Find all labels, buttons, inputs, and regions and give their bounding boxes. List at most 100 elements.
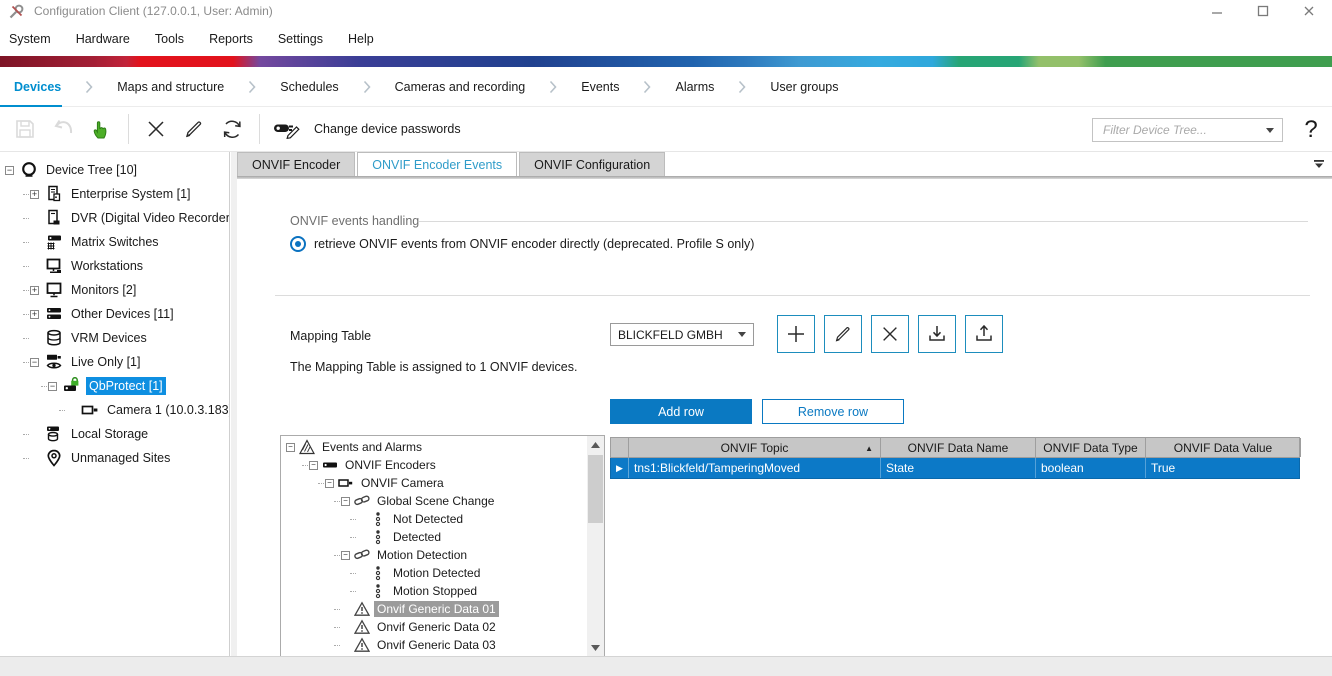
tab-onvif-encoder-events[interactable]: ONVIF Encoder Events: [357, 152, 517, 176]
mapping-table-dropdown[interactable]: BLICKFELD GMBH: [610, 323, 754, 346]
table-row[interactable]: ▶tns1:Blickfeld/TamperingMovedStateboole…: [610, 458, 1300, 479]
change-password-icon[interactable]: [268, 111, 306, 147]
menu-system[interactable]: System: [9, 32, 51, 46]
expand-icon[interactable]: +: [30, 286, 39, 295]
scrollbar-thumb[interactable]: [588, 455, 603, 523]
tree-item-qbprotect-1[interactable]: −QbProtect [1]: [0, 374, 229, 398]
refresh-button[interactable]: [213, 111, 251, 147]
encoders-icon: [322, 457, 338, 473]
tree-item-monitors-2[interactable]: +Monitors [2]: [0, 278, 229, 302]
delete-button[interactable]: [137, 111, 175, 147]
tree-item-enterprise-system-1[interactable]: +Enterprise System [1]: [0, 182, 229, 206]
tree-item-workstations[interactable]: Workstations: [0, 254, 229, 278]
mapping-rename-button[interactable]: [824, 315, 862, 353]
collapse-icon[interactable]: −: [325, 479, 334, 488]
collapse-icon[interactable]: −: [286, 443, 295, 452]
tree-item-live-only-1[interactable]: −Live Only [1]: [0, 350, 229, 374]
tree-item-label: Unmanaged Sites: [68, 449, 173, 467]
tree-item-onvif-camera[interactable]: −ONVIF Camera: [281, 474, 587, 492]
nav-item-schedules[interactable]: Schedules: [280, 80, 338, 94]
column-header-label: ONVIF Topic: [721, 441, 789, 455]
tree-connector: [23, 194, 29, 195]
tree-item-camera-1-10-0-3-183[interactable]: Camera 1 (10.0.3.183): [0, 398, 229, 422]
collapse-icon[interactable]: −: [309, 461, 318, 470]
mapping-import-button[interactable]: [918, 315, 956, 353]
menu-reports[interactable]: Reports: [209, 32, 253, 46]
add-row-button[interactable]: Add row: [610, 399, 752, 424]
column-header-onvif-data-type[interactable]: ONVIF Data Type: [1036, 438, 1146, 457]
tree-item-global-scene-change[interactable]: −Global Scene Change: [281, 492, 587, 510]
nav-item-alarms[interactable]: Alarms: [675, 80, 714, 94]
events-tree-scrollbar[interactable]: [587, 436, 604, 656]
tab-overflow-button[interactable]: [1310, 156, 1328, 172]
tree-item-onvif-encoders[interactable]: −ONVIF Encoders: [281, 456, 587, 474]
expand-icon[interactable]: +: [30, 310, 39, 319]
tree-item-device-tree-10[interactable]: −Device Tree [10]: [0, 158, 229, 182]
scroll-up-icon[interactable]: [587, 436, 604, 453]
tab-onvif-encoder[interactable]: ONVIF Encoder: [237, 152, 355, 176]
tree-item-detected[interactable]: Detected: [281, 528, 587, 546]
mapping-add-button[interactable]: [777, 315, 815, 353]
state-icon: [370, 583, 386, 599]
manual-commit-hand-button[interactable]: [82, 111, 120, 147]
expand-icon[interactable]: +: [30, 190, 39, 199]
minimize-button[interactable]: [1194, 0, 1240, 22]
menu-tools[interactable]: Tools: [155, 32, 184, 46]
nav-item-maps-and-structure[interactable]: Maps and structure: [117, 80, 224, 94]
mapping-assigned-text: The Mapping Table is assigned to 1 ONVIF…: [290, 360, 577, 374]
maximize-button[interactable]: [1240, 0, 1286, 22]
change-passwords-label[interactable]: Change device passwords: [314, 122, 461, 136]
help-button[interactable]: ?: [1298, 115, 1324, 145]
collapse-icon[interactable]: −: [48, 382, 57, 391]
tree-item-vrm-devices[interactable]: VRM Devices: [0, 326, 229, 350]
filter-device-tree-combo[interactable]: [1092, 118, 1283, 142]
collapse-icon[interactable]: −: [5, 166, 14, 175]
tree-item-onvif-generic-data-02[interactable]: Onvif Generic Data 02: [281, 618, 587, 636]
column-header-onvif-data-value[interactable]: ONVIF Data Value: [1146, 438, 1301, 457]
remove-row-button[interactable]: Remove row: [762, 399, 904, 424]
tree-item-motion-detected[interactable]: Motion Detected: [281, 564, 587, 582]
tree-connector: [23, 338, 29, 339]
column-header-onvif-data-name[interactable]: ONVIF Data Name: [881, 438, 1036, 457]
nav-item-user-groups[interactable]: User groups: [770, 80, 838, 94]
cell-onvif-data-value[interactable]: True: [1146, 458, 1301, 478]
nav-item-events[interactable]: Events: [581, 80, 619, 94]
column-header-onvif-topic[interactable]: ONVIF Topic▲: [629, 438, 881, 457]
undo-button[interactable]: [44, 111, 82, 147]
tree-item-onvif-generic-data-03[interactable]: Onvif Generic Data 03: [281, 636, 587, 654]
scroll-down-icon[interactable]: [587, 639, 604, 656]
save-button[interactable]: [6, 111, 44, 147]
edit-button[interactable]: [175, 111, 213, 147]
tree-item-events-and-alarms[interactable]: −Events and Alarms: [281, 438, 587, 456]
matrix-icon: [44, 233, 63, 252]
close-button[interactable]: [1286, 0, 1332, 22]
tree-item-matrix-switches[interactable]: Matrix Switches: [0, 230, 229, 254]
retrieve-events-radio[interactable]: [290, 236, 306, 252]
tree-item-local-storage[interactable]: Local Storage: [0, 422, 229, 446]
tree-item-onvif-generic-data-01[interactable]: Onvif Generic Data 01: [281, 600, 587, 618]
tree-item-not-detected[interactable]: Not Detected: [281, 510, 587, 528]
collapse-icon[interactable]: −: [341, 551, 350, 560]
mapping-export-button[interactable]: [965, 315, 1003, 353]
cell-onvif-data-type[interactable]: boolean: [1036, 458, 1146, 478]
nav-item-devices[interactable]: Devices: [14, 80, 61, 94]
cell-onvif-data-name[interactable]: State: [881, 458, 1036, 478]
tree-item-dvr-digital-video-recorder[interactable]: DVR (Digital Video Recorder): [0, 206, 229, 230]
device-tree-panel: −Device Tree [10]+Enterprise System [1]D…: [0, 152, 230, 656]
filter-device-tree-input[interactable]: [1101, 122, 1266, 138]
mapping-delete-button[interactable]: [871, 315, 909, 353]
collapse-icon[interactable]: −: [30, 358, 39, 367]
tree-item-other-devices-11[interactable]: +Other Devices [11]: [0, 302, 229, 326]
cell-onvif-topic[interactable]: tns1:Blickfeld/TamperingMoved: [629, 458, 881, 478]
app-wrench-icon: [8, 3, 25, 20]
title-bar: Configuration Client (127.0.0.1, User: A…: [0, 0, 1332, 22]
tree-item-motion-detection[interactable]: −Motion Detection: [281, 546, 587, 564]
tab-onvif-configuration[interactable]: ONVIF Configuration: [519, 152, 665, 176]
collapse-icon[interactable]: −: [341, 497, 350, 506]
tree-item-motion-stopped[interactable]: Motion Stopped: [281, 582, 587, 600]
menu-settings[interactable]: Settings: [278, 32, 323, 46]
menu-help[interactable]: Help: [348, 32, 374, 46]
nav-item-cameras-and-recording[interactable]: Cameras and recording: [395, 80, 526, 94]
menu-hardware[interactable]: Hardware: [76, 32, 130, 46]
tree-item-unmanaged-sites[interactable]: Unmanaged Sites: [0, 446, 229, 470]
